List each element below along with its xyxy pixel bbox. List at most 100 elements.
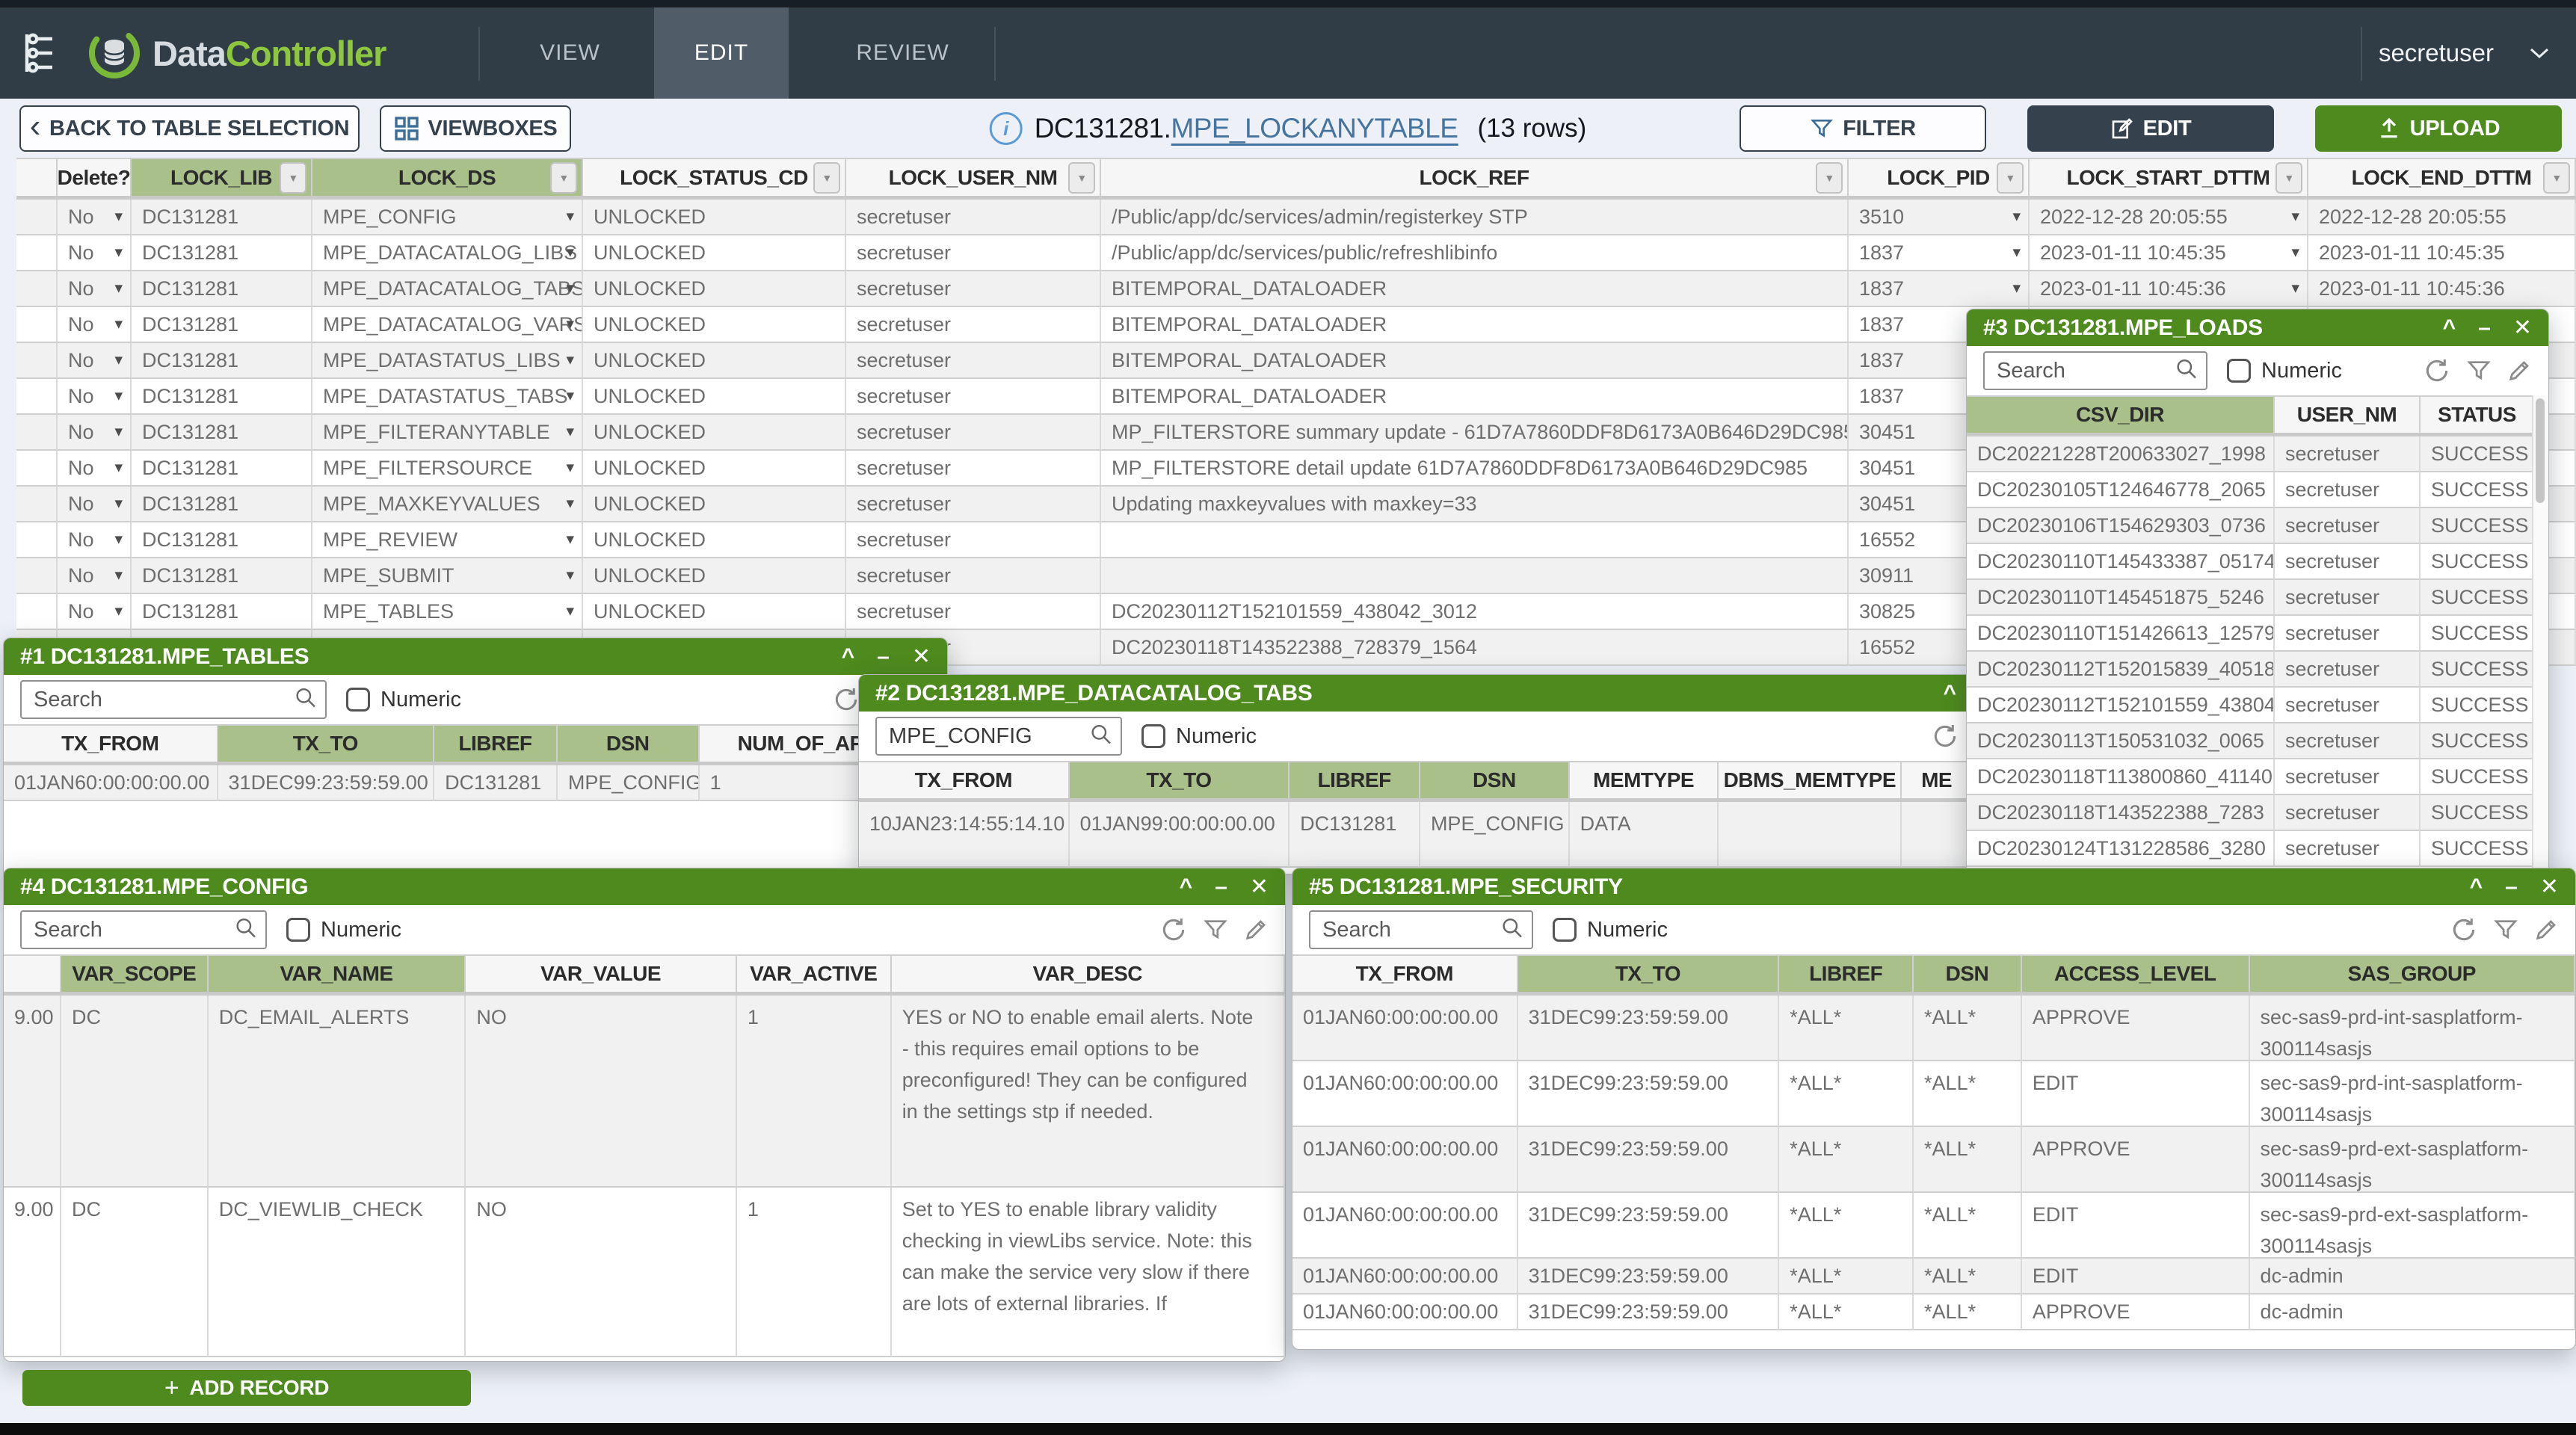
column-header-label: LOCK_STATUS_CD [620, 166, 808, 190]
filter-button[interactable]: FILTER [1740, 105, 1986, 152]
numeric-checkbox[interactable] [1553, 918, 1577, 942]
cell-select[interactable]: MPE_SUBMIT▾ [312, 558, 583, 594]
filter-icon[interactable] [2493, 917, 2518, 942]
column-filter-button[interactable]: ▼ [1068, 162, 1095, 194]
numeric-checkbox[interactable] [2227, 359, 2251, 383]
viewbox-titlebar[interactable]: #4 DC131281.MPE_CONFIG^–✕ [4, 868, 1285, 905]
tab-edit[interactable]: EDIT [654, 7, 789, 99]
column-filter-button[interactable]: ▼ [2275, 162, 2302, 194]
cell-select[interactable]: No▾ [58, 451, 132, 487]
cell-select[interactable]: MPE_DATASTATUS_TABS▾ [312, 379, 583, 415]
close-icon[interactable]: ✕ [912, 646, 931, 668]
edit-button[interactable]: EDIT [2027, 105, 2274, 152]
column-filter-button[interactable]: ▼ [813, 162, 840, 194]
cell-select[interactable]: MPE_REVIEW▾ [312, 522, 583, 558]
edit-pencil-icon[interactable] [1243, 917, 1269, 942]
collapse-icon[interactable]: ^ [2470, 876, 2483, 898]
cell-select[interactable]: No▾ [58, 307, 132, 343]
search-input[interactable] [20, 910, 267, 949]
close-icon[interactable]: ✕ [1250, 876, 1269, 898]
cell-select[interactable]: MPE_DATACATALOG_LIBS▾ [312, 235, 583, 271]
cell-select[interactable]: MPE_MAXKEYVALUES▾ [312, 487, 583, 522]
minimize-icon[interactable]: – [1215, 876, 1227, 898]
filter-icon[interactable] [2466, 358, 2492, 383]
edit-pencil-icon[interactable] [2506, 358, 2532, 383]
filter-icon[interactable] [1203, 917, 1228, 942]
cell-select[interactable]: 2023-01-11 10:45:35▾ [2030, 235, 2308, 271]
column-filter-button[interactable]: ▼ [550, 162, 577, 194]
cell-select[interactable]: No▾ [58, 522, 132, 558]
collapse-icon[interactable]: ^ [2443, 317, 2456, 339]
close-icon[interactable]: ✕ [2513, 317, 2532, 339]
cell-select[interactable]: No▾ [58, 343, 132, 379]
numeric-checkbox[interactable] [1141, 724, 1165, 748]
viewbox-titlebar[interactable]: #3 DC131281.MPE_LOADS^–✕ [1967, 309, 2548, 346]
cell-select[interactable]: 1837▾ [1849, 271, 2030, 307]
cell-select[interactable]: No▾ [58, 235, 132, 271]
cell-select[interactable]: No▾ [58, 200, 132, 235]
collapse-icon[interactable]: ^ [842, 646, 855, 668]
cell-select[interactable]: No▾ [58, 558, 132, 594]
minimize-icon[interactable]: – [2505, 876, 2518, 898]
cell-select[interactable]: No▾ [58, 271, 132, 307]
cell-select[interactable]: 2022-12-28 20:05:55▾ [2030, 200, 2308, 235]
filter-icon [1810, 117, 1834, 141]
collapse-icon[interactable]: ^ [1943, 682, 1956, 705]
viewbox-titlebar[interactable]: #5 DC131281.MPE_SECURITY^–✕ [1292, 868, 2575, 905]
cell-value: *ALL* [1790, 1300, 1841, 1323]
table-cell: DC [61, 996, 209, 1188]
cell-select[interactable]: 3510▾ [1849, 200, 2030, 235]
cell-select[interactable]: No▾ [58, 415, 132, 451]
viewboxes-button[interactable]: VIEWBOXES [380, 105, 571, 152]
scrollbar[interactable] [2532, 395, 2548, 874]
cell-value: *ALL* [1924, 1138, 1976, 1160]
search-input[interactable] [20, 680, 327, 719]
numeric-checkbox[interactable] [346, 688, 370, 712]
search-input[interactable] [1983, 351, 2207, 390]
add-record-button[interactable]: + ADD RECORD [22, 1370, 471, 1406]
cell-select[interactable]: MPE_FILTERSOURCE▾ [312, 451, 583, 487]
tab-review[interactable]: REVIEW [811, 7, 994, 99]
column-filter-button[interactable]: ▼ [280, 162, 306, 194]
refresh-icon[interactable] [832, 685, 860, 714]
column-filter-button[interactable]: ▼ [1816, 162, 1843, 194]
cell-select[interactable]: MPE_DATACATALOG_VARS▾ [312, 307, 583, 343]
viewbox-titlebar[interactable]: #2 DC131281.MPE_DATACATALOG_TABS^ [859, 675, 1973, 712]
column-filter-button[interactable]: ▼ [1997, 162, 2024, 194]
title-table-link[interactable]: MPE_LOCKANYTABLE [1171, 113, 1458, 146]
cell-select[interactable]: MPE_DATASTATUS_LIBS▾ [312, 343, 583, 379]
numeric-checkbox[interactable] [286, 918, 310, 942]
cell-value: secretuser [2285, 837, 2379, 860]
refresh-icon[interactable] [1931, 722, 1959, 750]
refresh-icon[interactable] [2423, 357, 2451, 385]
column-filter-button[interactable]: ▼ [2543, 162, 2570, 194]
refresh-icon[interactable] [2450, 916, 2478, 944]
tree-menu-icon[interactable] [21, 31, 67, 78]
upload-button[interactable]: UPLOAD [2315, 105, 2562, 152]
search-input[interactable] [875, 717, 1122, 756]
cell-select[interactable]: MPE_FILTERANYTABLE▾ [312, 415, 583, 451]
minimize-icon[interactable]: – [877, 646, 890, 668]
collapse-icon[interactable]: ^ [1180, 876, 1193, 898]
cell-select[interactable]: 2023-01-11 10:45:36▾ [2030, 271, 2308, 307]
cell-select[interactable]: MPE_DATACATALOG_TABS▾ [312, 271, 583, 307]
cell-select[interactable]: 1837▾ [1849, 235, 2030, 271]
cell-select[interactable]: MPE_CONFIG▾ [312, 200, 583, 235]
back-to-table-selection-button[interactable]: ‹ BACK TO TABLE SELECTION [19, 105, 360, 152]
scrollbar-thumb[interactable] [2536, 398, 2545, 503]
cell-select[interactable]: No▾ [58, 594, 132, 630]
cell-select[interactable]: MPE_TABLES▾ [312, 594, 583, 630]
minimize-icon[interactable]: – [2478, 317, 2491, 339]
cell-select[interactable]: No▾ [58, 487, 132, 522]
tab-view[interactable]: VIEW [486, 7, 654, 99]
viewbox-titlebar[interactable]: #1 DC131281.MPE_TABLES^–✕ [4, 638, 947, 675]
datacontroller-logo-icon[interactable] [87, 25, 142, 84]
refresh-icon[interactable] [1159, 916, 1188, 944]
user-menu[interactable]: secretuser [2379, 7, 2551, 99]
close-icon[interactable]: ✕ [2540, 876, 2559, 898]
cell-select[interactable]: No▾ [58, 379, 132, 415]
edit-pencil-icon[interactable] [2533, 917, 2559, 942]
table-cell: DC20230106T154629303_0736 [1967, 508, 2275, 544]
search-input[interactable] [1309, 910, 1533, 949]
info-icon[interactable]: i [990, 112, 1023, 145]
